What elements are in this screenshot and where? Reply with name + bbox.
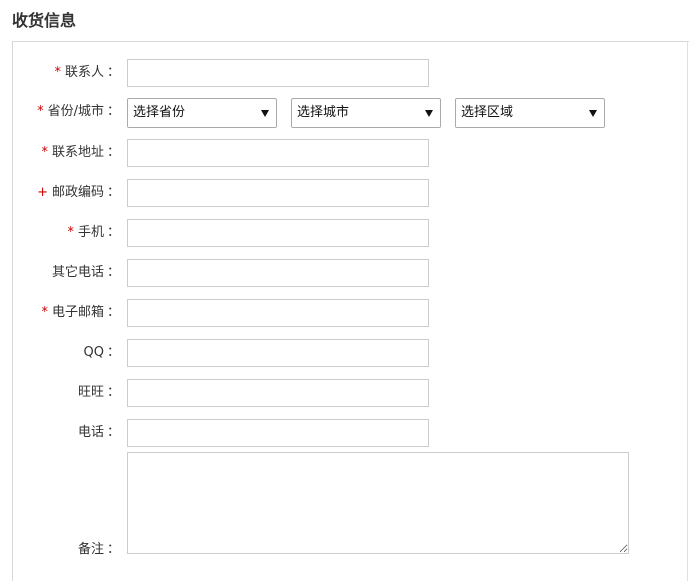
mobile-input[interactable] (127, 219, 429, 247)
province-select[interactable]: 选择省份 (127, 98, 277, 128)
district-select[interactable]: 选择区域 (455, 98, 605, 128)
address-input[interactable] (127, 139, 429, 167)
province-select-value: 选择省份 (133, 105, 186, 120)
city-select-value: 选择城市 (297, 105, 350, 120)
phone-row: 电话： (0, 419, 689, 447)
other-phone-input[interactable] (127, 259, 429, 287)
mobile-row: * 手机： (0, 219, 689, 247)
email-label: * 电子邮箱： (41, 305, 120, 320)
postcode-label: + 邮政编码： (37, 185, 120, 200)
email-row: * 电子邮箱： (0, 299, 689, 327)
required-mark: + (37, 185, 48, 200)
notes-textarea[interactable] (127, 452, 629, 554)
qq-row: QQ： (0, 339, 689, 367)
postcode-input[interactable] (127, 179, 429, 207)
qq-label: QQ： (83, 345, 120, 360)
postcode-row: + 邮政编码： (0, 179, 689, 207)
chevron-down-icon (261, 110, 269, 117)
chevron-down-icon (589, 110, 597, 117)
required-mark: * (67, 225, 74, 240)
email-input[interactable] (127, 299, 429, 327)
qq-input[interactable] (127, 339, 429, 367)
district-select-value: 选择区域 (461, 105, 514, 120)
address-label: * 联系地址： (41, 145, 120, 160)
chevron-down-icon (425, 110, 433, 117)
other-phone-row: 其它电话： (0, 259, 689, 287)
region-label: * 省份/城市： (37, 104, 120, 119)
notes-label: 备注： (77, 542, 120, 557)
contact-input[interactable] (127, 59, 429, 87)
required-mark: * (41, 145, 48, 160)
contact-row: * 联系人： (0, 59, 689, 87)
region-row: * 省份/城市： 选择省份 选择城市 选择区域 (0, 98, 689, 128)
wangwang-input[interactable] (127, 379, 429, 407)
required-mark: * (41, 305, 48, 320)
contact-label: * 联系人： (54, 65, 120, 80)
address-row: * 联系地址： (0, 139, 689, 167)
wangwang-label: 旺旺： (77, 385, 120, 400)
section-title: 收货信息 (12, 11, 77, 30)
required-mark: * (54, 65, 61, 80)
wangwang-row: 旺旺： (0, 379, 689, 407)
phone-input[interactable] (127, 419, 429, 447)
phone-label: 电话： (77, 425, 120, 440)
required-mark: * (37, 104, 44, 119)
other-phone-label: 其它电话： (51, 265, 120, 280)
mobile-label: * 手机： (67, 225, 120, 240)
city-select[interactable]: 选择城市 (291, 98, 441, 128)
